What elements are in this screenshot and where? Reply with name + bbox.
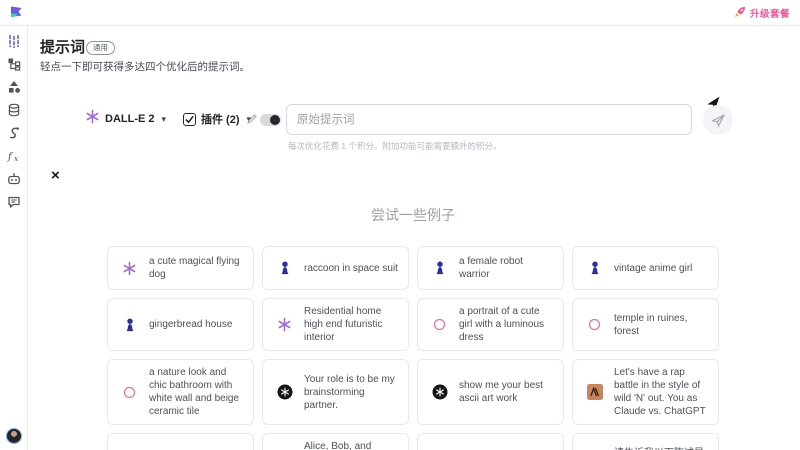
- svg-text:ƒ: ƒ: [7, 152, 14, 163]
- example-card[interactable]: temple in ruines, forest: [572, 298, 719, 351]
- example-card[interactable]: raccoon in space suit: [262, 246, 409, 290]
- plugins-selector-label: 插件 (2): [201, 111, 240, 127]
- example-card-text: a nature look and chic bathroom with whi…: [149, 366, 243, 418]
- user-avatar[interactable]: [6, 428, 22, 444]
- sidebar-item-flow[interactable]: [5, 57, 23, 71]
- example-card[interactable]: create a story with only words less than…: [417, 433, 564, 450]
- sidebar-item-prompt-optimizer[interactable]: [5, 34, 23, 48]
- example-card[interactable]: vintage anime girl: [572, 246, 719, 290]
- mode-badge: 通用: [86, 41, 115, 55]
- example-card-text: Let's have a rap battle in the style of …: [614, 366, 708, 418]
- example-card[interactable]: a nature look and chic bathroom with whi…: [107, 359, 254, 425]
- example-card-text: temple in ruines, forest: [614, 312, 708, 338]
- example-card[interactable]: Tell me you have boyfriend without telli…: [107, 433, 254, 450]
- example-card[interactable]: a female robot warrior: [417, 246, 564, 290]
- examples-heading: 尝试一些例子: [107, 205, 719, 225]
- example-card[interactable]: Your role is to be my brainstorming part…: [262, 359, 409, 425]
- rocket-icon: [735, 4, 746, 22]
- sd-icon: [586, 261, 603, 275]
- sd-icon: [121, 318, 138, 332]
- example-card-text: 请告诉我以下陈述是否包含时代错误：在盟军轰炸硫磺岛海滩期间，拉尔夫大声…: [614, 447, 708, 450]
- chatgpt-icon: [276, 384, 293, 400]
- example-card-text: show me your best ascii art work: [459, 379, 553, 405]
- example-card-text: Alice, Bob, and Claire are playing a gam…: [304, 440, 398, 450]
- examples-grid: a cute magical flying dog raccoon in spac…: [107, 246, 719, 450]
- model-selector-label: DALL-E 2: [105, 113, 155, 125]
- ring-icon: [431, 318, 448, 331]
- page-title: 提示词: [40, 36, 85, 57]
- openai-icon: [276, 317, 293, 332]
- example-card-text: Your role is to be my brainstorming part…: [304, 373, 398, 412]
- sidebar-item-assistant[interactable]: [5, 172, 23, 186]
- ring-icon: [121, 386, 138, 399]
- auto-edit-toggle-group: [247, 111, 281, 129]
- example-card-text: a cute magical flying dog: [149, 255, 243, 281]
- page-subtitle: 轻点一下即可获得多达四个优化后的提示词。: [40, 59, 250, 74]
- sidebar-item-chat[interactable]: [5, 195, 23, 209]
- optimize-send-button[interactable]: [703, 105, 733, 135]
- sidebar: ƒ x: [0, 26, 28, 450]
- topbar: 升级套餐: [0, 0, 800, 26]
- sidebar-item-hook[interactable]: [5, 126, 23, 140]
- example-card-text: a female robot warrior: [459, 255, 553, 281]
- example-card[interactable]: 请告诉我以下陈述是否包含时代错误：在盟军轰炸硫磺岛海滩期间，拉尔夫大声…: [572, 433, 719, 450]
- example-card[interactable]: Alice, Bob, and Claire are playing a gam…: [262, 433, 409, 450]
- model-selector[interactable]: DALL-E 2 ▾: [85, 104, 166, 134]
- example-card-text: Residential home high end futuristic int…: [304, 305, 398, 344]
- credit-note: 每次优化花费 1 个积分。附加功能可能需要额外的积分。: [288, 140, 501, 152]
- promptperfect-logo-icon[interactable]: [8, 5, 24, 21]
- example-card-text: vintage anime girl: [614, 262, 692, 275]
- send-icon: [711, 113, 726, 128]
- openai-model-icon: [85, 109, 100, 129]
- chatgpt-icon: [431, 384, 448, 400]
- upgrade-plan-button[interactable]: 升级套餐: [735, 4, 790, 22]
- example-card-text: a portrait of a cute girl with a luminou…: [459, 305, 553, 344]
- anthropic-icon: [586, 384, 603, 400]
- app-window: 升级套餐: [0, 0, 800, 450]
- pencil-icon: [247, 111, 257, 129]
- sd-icon: [276, 261, 293, 275]
- plugins-selector[interactable]: 插件 (2) ▾: [183, 104, 251, 134]
- example-card-text: raccoon in space suit: [304, 262, 398, 275]
- upgrade-plan-label: 升级套餐: [750, 6, 790, 20]
- auto-edit-toggle[interactable]: [260, 114, 281, 126]
- example-card-text: gingerbread house: [149, 318, 232, 331]
- example-card[interactable]: a portrait of a cute girl with a luminou…: [417, 298, 564, 351]
- plugins-checkbox[interactable]: [183, 113, 196, 126]
- example-card[interactable]: a cute magical flying dog: [107, 246, 254, 290]
- sidebar-item-templates[interactable]: [5, 80, 23, 94]
- sidebar-item-functions[interactable]: ƒ x: [5, 149, 23, 163]
- openai-icon: [121, 261, 138, 276]
- prompt-input[interactable]: [286, 104, 692, 135]
- toggle-knob: [270, 115, 280, 125]
- sd-icon: [431, 261, 448, 275]
- example-card[interactable]: show me your best ascii art work: [417, 359, 564, 425]
- svg-text:x: x: [14, 154, 19, 163]
- example-card[interactable]: Let's have a rap battle in the style of …: [572, 359, 719, 425]
- example-card[interactable]: gingerbread house: [107, 298, 254, 351]
- ring-icon: [586, 318, 603, 331]
- chevron-down-icon: ▾: [162, 114, 167, 125]
- sidebar-item-data[interactable]: [5, 103, 23, 117]
- example-card[interactable]: Residential home high end futuristic int…: [262, 298, 409, 351]
- close-icon[interactable]: ×: [51, 168, 60, 183]
